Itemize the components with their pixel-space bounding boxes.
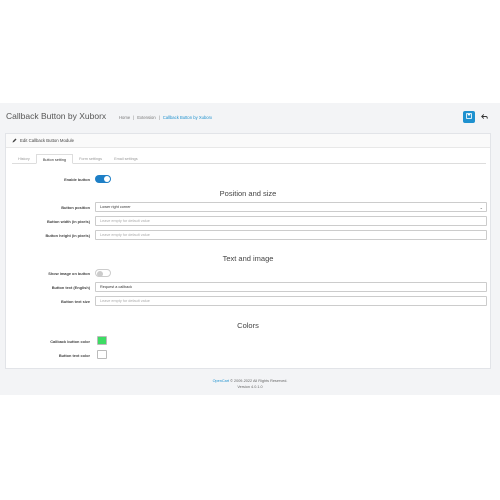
show-image-label: Show image on button (48, 271, 90, 276)
toggle-knob (104, 176, 110, 182)
enable-button-label: Enable button (64, 177, 90, 182)
admin-area: Callback Button by Xuborx Home | Extensi… (0, 103, 500, 395)
button-text-size-input[interactable]: Leave empty for default value (95, 296, 487, 306)
text-section-title: Text and image (222, 254, 274, 263)
button-height-label: Button height (in pixels) (45, 233, 90, 238)
tab-form-settings[interactable]: Form settings (73, 154, 108, 163)
text-color-row: Button text color (6, 350, 490, 360)
enable-button-toggle[interactable] (95, 175, 111, 183)
button-position-row: Button position Lower right corner ⌄ (6, 202, 490, 212)
button-text-input[interactable]: Request a callback (95, 282, 487, 292)
button-text-size-row: Button text size Leave empty for default… (6, 296, 490, 306)
callback-color-row: Callback button color (6, 336, 490, 346)
panel-heading: Edit Callback Button Module (6, 134, 490, 148)
settings-tabs: History Button setting Form settings Ema… (12, 154, 486, 164)
tab-history[interactable]: History (12, 154, 36, 163)
breadcrumb: Home | Extension | Callback Button by Xu… (119, 115, 212, 120)
panel-heading-text: Edit Callback Button Module (20, 138, 74, 143)
show-image-toggle[interactable] (95, 269, 111, 277)
footer-version: Version 4.0.1.0 (237, 384, 263, 389)
page-header: Callback Button by Xuborx Home | Extensi… (0, 103, 500, 130)
callback-color-swatch[interactable] (97, 336, 107, 345)
back-arrow-icon (480, 113, 488, 122)
callback-color-label: Callback button color (50, 339, 90, 344)
button-width-input[interactable]: Leave empty for default value (95, 216, 487, 226)
toggle-knob (97, 270, 103, 277)
button-text-label: Button text (English) (51, 285, 90, 290)
button-height-input[interactable]: Leave empty for default value (95, 230, 487, 240)
breadcrumb-separator: | (133, 115, 135, 120)
button-text-row: Button text (English) Request a callback (6, 282, 490, 292)
tab-button-setting[interactable]: Button setting (35, 154, 74, 164)
button-position-label: Button position (61, 205, 90, 210)
button-height-row: Button height (in pixels) Leave empty fo… (6, 230, 490, 240)
text-color-swatch[interactable] (97, 350, 107, 359)
text-color-label: Button text color (58, 353, 90, 358)
button-width-row: Button width (in pixels) Leave empty for… (6, 216, 490, 226)
tab-email-settings[interactable]: Email settings (108, 154, 144, 163)
position-section-title: Position and size (219, 189, 277, 198)
button-position-value: Lower right corner (100, 205, 131, 209)
module-panel: Edit Callback Button Module History Butt… (5, 133, 491, 369)
show-image-row: Show image on button (6, 268, 490, 278)
pencil-icon (12, 138, 17, 144)
breadcrumb-current[interactable]: Callback Button by Xuborx (163, 115, 212, 120)
button-position-select[interactable]: Lower right corner ⌄ (95, 202, 487, 212)
screenshot-stage: Callback Button by Xuborx Home | Extensi… (0, 0, 500, 500)
breadcrumb-home[interactable]: Home (119, 115, 130, 120)
breadcrumb-separator: | (158, 115, 160, 120)
breadcrumb-extension[interactable]: Extension (137, 115, 155, 120)
footer-copyright: © 2009-2022 All Rights Reserved. (230, 379, 288, 383)
page-footer: OpenCart © 2009-2022 All Rights Reserved… (0, 379, 500, 390)
colors-section-title: Colors (237, 321, 259, 330)
enable-button-row: Enable button (6, 174, 490, 184)
button-width-label: Button width (in pixels) (46, 219, 90, 224)
back-button[interactable] (478, 111, 490, 123)
button-text-size-label: Button text size (61, 299, 90, 304)
save-icon (466, 113, 472, 121)
page-title: Callback Button by Xuborx (6, 111, 107, 121)
save-button[interactable] (463, 111, 475, 123)
footer-brand-link[interactable]: OpenCart (213, 379, 229, 383)
chevron-down-icon: ⌄ (479, 205, 483, 210)
